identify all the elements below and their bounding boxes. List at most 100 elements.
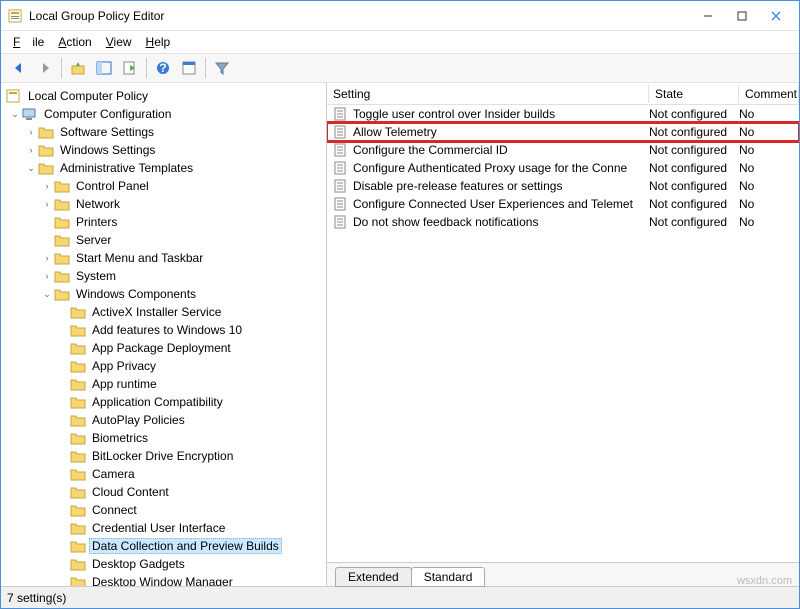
setting-name: Configure the Commercial ID: [353, 143, 649, 157]
expand-icon[interactable]: ›: [41, 180, 53, 192]
content-area: Local Computer Policy ⌄ Computer Configu…: [1, 83, 799, 586]
tree-system[interactable]: ›System: [1, 267, 326, 285]
tree-computer-config[interactable]: ⌄ Computer Configuration: [1, 105, 326, 123]
maximize-button[interactable]: [725, 5, 759, 27]
collapse-icon[interactable]: ⌄: [41, 288, 53, 300]
help-button[interactable]: ?: [151, 56, 175, 80]
tree-item[interactable]: Data Collection and Preview Builds: [1, 537, 326, 555]
expand-icon[interactable]: ›: [25, 144, 37, 156]
folder-icon: [70, 539, 86, 553]
tree-item[interactable]: Desktop Gadgets: [1, 555, 326, 573]
header-setting[interactable]: Setting: [327, 85, 649, 103]
setting-state: Not configured: [649, 161, 739, 175]
folder-icon: [54, 269, 70, 283]
tree-windows-components[interactable]: ⌄Windows Components: [1, 285, 326, 303]
folder-icon: [70, 395, 86, 409]
tree-control-panel[interactable]: ›Control Panel: [1, 177, 326, 195]
setting-icon: [333, 124, 349, 140]
tree-start-menu[interactable]: ›Start Menu and Taskbar: [1, 249, 326, 267]
setting-state: Not configured: [649, 197, 739, 211]
tree-item[interactable]: Desktop Window Manager: [1, 573, 326, 586]
toolbar-separator: [61, 58, 62, 78]
expand-icon[interactable]: ›: [41, 270, 53, 282]
tree-item[interactable]: Biometrics: [1, 429, 326, 447]
folder-icon: [38, 125, 54, 139]
folder-icon: [70, 557, 86, 571]
list-body[interactable]: Toggle user control over Insider buildsN…: [327, 105, 799, 562]
up-button[interactable]: [66, 56, 90, 80]
header-comment[interactable]: Comment: [739, 85, 799, 103]
folder-icon: [54, 287, 70, 301]
setting-icon: [333, 178, 349, 194]
collapse-icon[interactable]: ⌄: [9, 108, 21, 120]
collapse-icon[interactable]: ⌄: [25, 162, 37, 174]
setting-row[interactable]: Allow TelemetryNot configuredNo: [327, 123, 799, 141]
tree-item[interactable]: Application Compatibility: [1, 393, 326, 411]
setting-name: Disable pre-release features or settings: [353, 179, 649, 193]
setting-row[interactable]: Configure Connected User Experiences and…: [327, 195, 799, 213]
menu-action[interactable]: Action: [52, 33, 97, 51]
menu-file[interactable]: File: [7, 33, 50, 51]
policy-icon: [6, 89, 22, 103]
tree-admin-templates[interactable]: ⌄Administrative Templates: [1, 159, 326, 177]
toolbar-separator: [205, 58, 206, 78]
header-state[interactable]: State: [649, 85, 739, 103]
setting-row[interactable]: Configure Authenticated Proxy usage for …: [327, 159, 799, 177]
expand-icon[interactable]: ›: [25, 126, 37, 138]
tree-item[interactable]: AutoPlay Policies: [1, 411, 326, 429]
menu-view[interactable]: View: [100, 33, 138, 51]
tree-root[interactable]: Local Computer Policy: [1, 87, 326, 105]
tree-item[interactable]: Cloud Content: [1, 483, 326, 501]
filter-button[interactable]: [210, 56, 234, 80]
folder-icon: [70, 305, 86, 319]
tree-item[interactable]: Add features to Windows 10: [1, 321, 326, 339]
folder-icon: [70, 521, 86, 535]
setting-state: Not configured: [649, 215, 739, 229]
tree-item-label: Credential User Interface: [89, 520, 228, 536]
tree-software-settings[interactable]: ›Software Settings: [1, 123, 326, 141]
folder-icon: [70, 467, 86, 481]
app-icon: [7, 8, 23, 24]
show-hide-tree-button[interactable]: [92, 56, 116, 80]
tree-item[interactable]: Connect: [1, 501, 326, 519]
setting-state: Not configured: [649, 125, 739, 139]
setting-row[interactable]: Toggle user control over Insider buildsN…: [327, 105, 799, 123]
export-button[interactable]: [118, 56, 142, 80]
tree-item[interactable]: Credential User Interface: [1, 519, 326, 537]
tree-item[interactable]: App runtime: [1, 375, 326, 393]
tree-item[interactable]: BitLocker Drive Encryption: [1, 447, 326, 465]
tree-server[interactable]: Server: [1, 231, 326, 249]
tree-item[interactable]: ActiveX Installer Service: [1, 303, 326, 321]
tab-standard[interactable]: Standard: [411, 567, 486, 587]
setting-row[interactable]: Do not show feedback notificationsNot co…: [327, 213, 799, 231]
folder-icon: [38, 161, 54, 175]
setting-row[interactable]: Disable pre-release features or settings…: [327, 177, 799, 195]
tree-item-label: Connect: [89, 502, 140, 518]
tree-item-label: Data Collection and Preview Builds: [89, 538, 282, 554]
minimize-button[interactable]: [691, 5, 725, 27]
folder-icon: [70, 359, 86, 373]
expand-icon[interactable]: ›: [41, 252, 53, 264]
tree-item[interactable]: Camera: [1, 465, 326, 483]
menu-help[interactable]: Help: [140, 33, 177, 51]
setting-row[interactable]: Configure the Commercial IDNot configure…: [327, 141, 799, 159]
setting-name: Do not show feedback notifications: [353, 215, 649, 229]
close-button[interactable]: [759, 5, 793, 27]
expand-icon[interactable]: ›: [41, 198, 53, 210]
properties-button[interactable]: [177, 56, 201, 80]
folder-icon: [54, 251, 70, 265]
setting-name: Configure Connected User Experiences and…: [353, 197, 649, 211]
setting-comment: No: [739, 161, 799, 175]
tree-network[interactable]: ›Network: [1, 195, 326, 213]
forward-button[interactable]: [33, 56, 57, 80]
tree-item[interactable]: App Package Deployment: [1, 339, 326, 357]
tree-windows-settings[interactable]: ›Windows Settings: [1, 141, 326, 159]
tab-extended[interactable]: Extended: [335, 567, 412, 587]
setting-comment: No: [739, 197, 799, 211]
back-button[interactable]: [7, 56, 31, 80]
setting-icon: [333, 160, 349, 176]
folder-icon: [70, 377, 86, 391]
tree-pane[interactable]: Local Computer Policy ⌄ Computer Configu…: [1, 83, 327, 586]
tree-item[interactable]: App Privacy: [1, 357, 326, 375]
tree-printers[interactable]: Printers: [1, 213, 326, 231]
